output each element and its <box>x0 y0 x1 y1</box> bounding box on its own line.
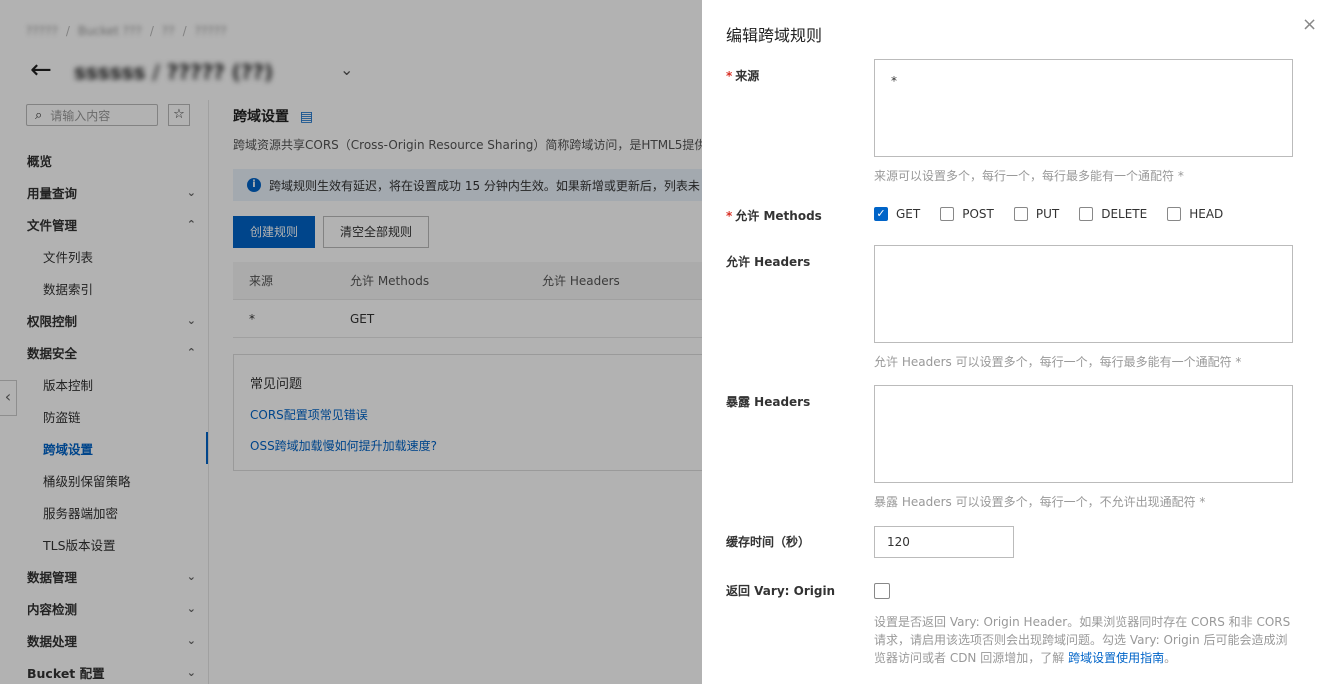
origin-hint: 来源可以设置多个，每行一个，每行最多能有一个通配符 * <box>874 169 1184 183</box>
vary-hint-tail: 。 <box>1164 651 1177 665</box>
checkbox-unchecked-icon[interactable] <box>940 207 955 221</box>
vary-origin-checkbox[interactable] <box>874 583 890 599</box>
origin-label-text: 来源 <box>735 69 760 83</box>
allow-headers-textarea[interactable] <box>874 245 1293 343</box>
method-checkbox[interactable]: PUT <box>1013 207 1060 221</box>
origin-label: * 来源 <box>726 67 759 84</box>
method-checkbox[interactable]: DELETE <box>1079 207 1147 221</box>
vary-origin-label: 返回 Vary: Origin <box>726 584 836 598</box>
methods-label: * 允许 Methods <box>726 207 822 224</box>
close-icon[interactable]: × <box>1302 14 1317 35</box>
method-label: PUT <box>1035 207 1060 221</box>
methods-label-text: 允许 Methods <box>735 209 822 223</box>
required-mark: * <box>726 69 733 83</box>
checkbox-unchecked-icon[interactable] <box>1013 207 1028 221</box>
checkbox-unchecked-icon[interactable] <box>1079 207 1094 221</box>
modal-overlay[interactable] <box>0 0 702 684</box>
checkbox-unchecked-icon[interactable] <box>1167 207 1182 221</box>
edit-cors-rule-drawer: 编辑跨域规则 × * 来源 * 来源可以设置多个，每行一个，每行最多能有一个通配符… <box>702 0 1323 684</box>
methods-checkbox-group: ✓ GET POST PUT DELETE HEAD <box>874 207 1243 221</box>
drawer-title: 编辑跨域规则 <box>726 26 823 45</box>
method-checkbox[interactable]: ✓ GET <box>874 207 920 221</box>
method-label: HEAD <box>1189 207 1224 221</box>
method-checkbox[interactable]: HEAD <box>1167 207 1223 221</box>
allow-headers-hint: 允许 Headers 可以设置多个，每行一个，每行最多能有一个通配符 * <box>874 355 1242 369</box>
cache-time-label: 缓存时间（秒） <box>726 535 811 549</box>
expose-headers-label: 暴露 Headers <box>726 395 811 409</box>
method-checkbox[interactable]: POST <box>940 207 994 221</box>
allow-headers-label: 允许 Headers <box>726 255 811 269</box>
origin-textarea[interactable]: * <box>874 59 1293 157</box>
method-label: POST <box>962 207 994 221</box>
required-mark: * <box>726 209 733 223</box>
cors-guide-link[interactable]: 跨域设置使用指南 <box>1068 651 1164 665</box>
expose-headers-hint: 暴露 Headers 可以设置多个，每行一个，不允许出现通配符 * <box>874 495 1206 509</box>
vary-origin-hint: 设置是否返回 Vary: Origin Header。如果浏览器同时存在 COR… <box>874 613 1294 667</box>
expose-headers-textarea[interactable] <box>874 385 1293 483</box>
checkbox-checked-icon[interactable]: ✓ <box>874 207 888 221</box>
cache-time-input[interactable]: 120 <box>874 526 1014 558</box>
method-label: GET <box>896 207 921 221</box>
method-label: DELETE <box>1101 207 1148 221</box>
